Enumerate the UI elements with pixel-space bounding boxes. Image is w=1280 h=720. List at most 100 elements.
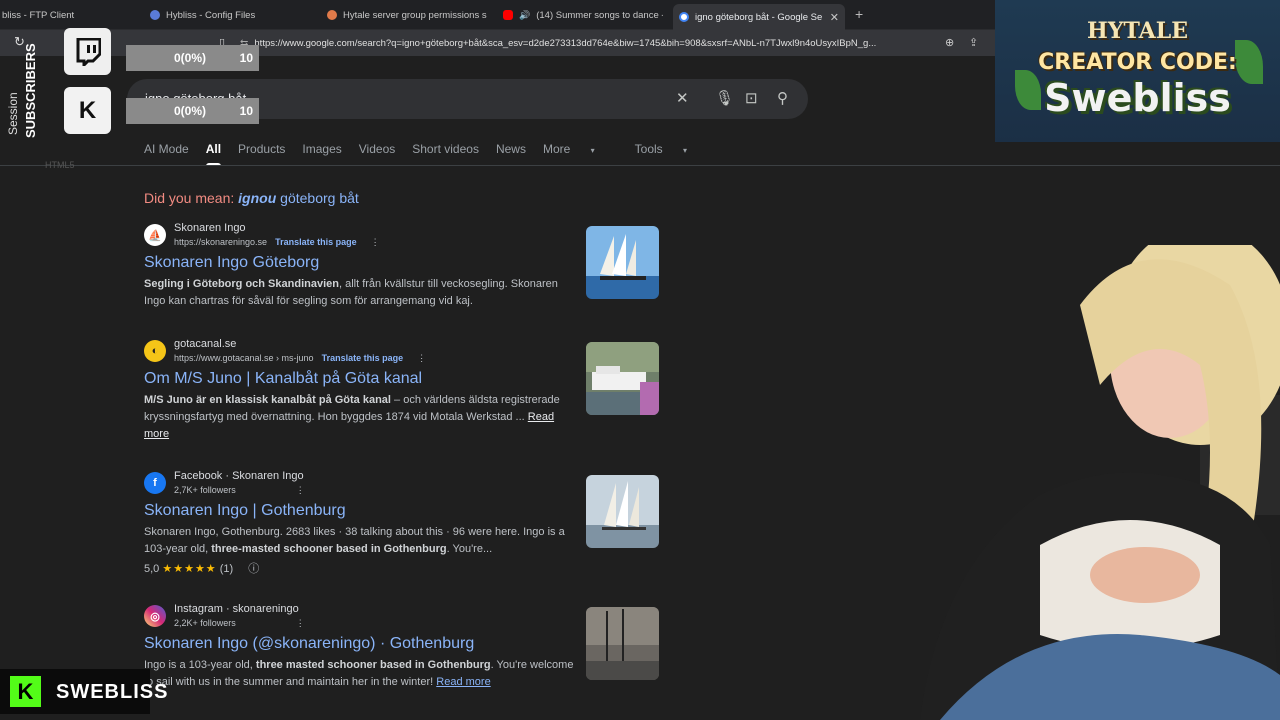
result-snippet: Segling i Göteborg och Skandinavien, all… xyxy=(144,276,574,310)
nav-divider xyxy=(0,165,1280,166)
new-tab-icon[interactable]: + xyxy=(855,6,863,22)
goal-progress: 0(0%) xyxy=(174,51,207,65)
session-label: Session xyxy=(6,92,20,135)
kick-logo-icon: K xyxy=(10,676,41,707)
subscribers-label: SUBSCRIBERS xyxy=(23,43,38,138)
snippet-bold: Segling i Göteborg och Skandinavien xyxy=(144,278,339,290)
subscriber-goal-bar: 0(0%) 10 xyxy=(126,45,259,71)
result-title[interactable]: Skonaren Ingo Göteborg xyxy=(144,254,574,272)
result-snippet: M/S Juno är en klassisk kanalbåt på Göta… xyxy=(144,392,574,443)
canal-boat-image xyxy=(586,342,659,415)
result-thumbnail[interactable] xyxy=(586,475,659,548)
zoom-icon[interactable]: ⊕ xyxy=(945,36,954,49)
tab-products[interactable]: Products xyxy=(238,142,285,156)
tab-config-files[interactable]: Hybliss - Config Files xyxy=(150,4,310,26)
close-tab-icon[interactable]: ✕ xyxy=(830,11,839,24)
result-title[interactable]: Om M/S Juno | Kanalbåt på Göta kanal xyxy=(144,370,574,388)
search-result: ⛵ Skonaren Ingo https://skonareningo.se T… xyxy=(144,222,574,310)
result-source[interactable]: gotacanal.se xyxy=(174,338,426,350)
search-result: f Facebook · Skonaren Ingo 2,7K+ followe… xyxy=(144,470,574,576)
tab-ai-mode[interactable]: AI Mode xyxy=(144,142,189,156)
schooner-image xyxy=(586,475,659,548)
rating-count: (1) xyxy=(219,563,234,575)
read-more-link[interactable]: Read more xyxy=(436,676,490,688)
result-thumbnail[interactable] xyxy=(586,607,659,680)
tab-news[interactable]: News xyxy=(496,142,526,156)
did-you-mean-label: Did you mean: xyxy=(144,190,235,206)
tab-all[interactable]: All xyxy=(205,142,222,166)
result-snippet: Skonaren Ingo, Gothenburg. 2683 likes · … xyxy=(144,524,574,558)
lens-icon[interactable]: ⊡ xyxy=(745,89,758,107)
youtube-icon xyxy=(503,10,513,20)
goal-progress: 0(0%) xyxy=(174,104,207,118)
result-followers: 2,7K+ followers xyxy=(174,485,236,495)
translate-link[interactable]: Translate this page xyxy=(275,237,357,247)
suggestion-bold: ignou xyxy=(238,190,277,206)
result-url[interactable]: https://www.gotacanal.se › ms-juno xyxy=(174,353,314,363)
html5-label: HTML5 xyxy=(45,160,75,170)
rating-row: 5,0 ★★★★★ (1) ⓘ xyxy=(144,560,574,576)
more-options-icon[interactable]: ⋮ xyxy=(371,237,380,247)
webcam-feed xyxy=(900,245,1280,720)
chevron-down-icon: ▾ xyxy=(683,146,688,155)
snippet-end: . You're... xyxy=(446,543,493,555)
address-bar[interactable]: ⇆ https://www.google.com/search?q=igno+g… xyxy=(240,33,945,53)
more-options-icon[interactable]: ⋮ xyxy=(296,485,305,495)
instagram-icon: ◎ xyxy=(144,605,166,627)
speaker-icon: 🔊 xyxy=(519,9,531,20)
result-thumbnail[interactable] xyxy=(586,342,659,415)
tab-short-videos[interactable]: Short videos xyxy=(412,142,479,156)
more-options-icon[interactable]: ⋮ xyxy=(296,618,305,628)
microphone-icon[interactable]: 🎙 xyxy=(715,89,734,107)
creator-code-label: CREATOR CODE: xyxy=(1038,50,1237,75)
did-you-mean: Did you mean: ignou göteborg båt xyxy=(144,190,359,206)
tab-google-search[interactable]: igno göteborg båt - Google Se ✕ xyxy=(673,4,845,30)
star-rating-icon: ★★★★★ xyxy=(162,563,217,575)
tab-tools[interactable]: Tools ▾ xyxy=(635,142,704,156)
result-thumbnail[interactable] xyxy=(586,226,659,299)
chevron-down-icon: ▾ xyxy=(590,146,595,155)
tab-more[interactable]: More ▾ xyxy=(543,142,612,156)
result-title[interactable]: Skonaren Ingo (@skonareningo) · Gothenbu… xyxy=(144,635,574,653)
creator-code-banner: HYTALE CREATOR CODE: Swebliss xyxy=(995,0,1280,142)
clear-icon[interactable]: ✕ xyxy=(676,89,689,107)
tab-label: igno göteborg båt - Google Se xyxy=(695,11,823,23)
sailing-ship-image xyxy=(586,226,659,299)
kick-letter: K xyxy=(78,96,97,124)
kick-channel-badge: K SWEBLISS xyxy=(0,669,167,714)
result-source[interactable]: Instagram · skonareningo xyxy=(174,603,305,615)
tab-images[interactable]: Images xyxy=(302,142,341,156)
result-source[interactable]: Facebook · Skonaren Ingo xyxy=(174,470,305,482)
goal-total: 10 xyxy=(239,104,253,118)
result-url[interactable]: https://skonareningo.se xyxy=(174,237,267,247)
search-icon[interactable]: ⚲ xyxy=(777,89,788,107)
follower-goal-bar: 0(0%) 10 xyxy=(126,98,259,124)
result-followers: 2,2K+ followers xyxy=(174,618,236,628)
info-icon[interactable]: ⓘ xyxy=(248,563,259,575)
channel-name: SWEBLISS xyxy=(56,681,169,703)
tab-hytale-permissions[interactable]: Hytale server group permissions setu xyxy=(327,4,487,26)
streamer-image xyxy=(900,245,1280,720)
more-options-icon[interactable]: ⋮ xyxy=(417,353,426,363)
search-result: ◐ gotacanal.se https://www.gotacanal.se … xyxy=(144,338,574,443)
tab-label: bliss - FTP Client xyxy=(2,9,75,21)
snippet-bold: three-masted schooner based in Gothenbur… xyxy=(211,543,447,555)
result-source[interactable]: Skonaren Ingo xyxy=(174,222,380,234)
harbor-image xyxy=(586,607,659,680)
suggestion-rest: göteborg båt xyxy=(276,190,359,206)
hytale-logo: HYTALE xyxy=(1087,18,1188,44)
tab-summer-songs[interactable]: 🔊 (14) Summer songs to dance - B xyxy=(503,4,663,26)
tab-label: Hybliss - Config Files xyxy=(166,9,256,21)
tab-favicon-icon xyxy=(327,10,337,20)
tab-videos[interactable]: Videos xyxy=(359,142,395,156)
result-title[interactable]: Skonaren Ingo | Gothenburg xyxy=(144,502,574,520)
translate-link[interactable]: Translate this page xyxy=(322,353,404,363)
address-url: https://www.google.com/search?q=igno+göt… xyxy=(254,37,877,49)
tab-ftp-client[interactable]: bliss - FTP Client xyxy=(2,4,130,26)
tab-tools-label: Tools xyxy=(634,142,663,156)
twitch-icon xyxy=(64,28,111,75)
tab-favicon-icon xyxy=(150,10,160,20)
twitch-glyph xyxy=(76,37,101,66)
did-you-mean-link[interactable]: ignou göteborg båt xyxy=(238,190,359,206)
share-icon[interactable]: ⇪ xyxy=(969,36,978,49)
